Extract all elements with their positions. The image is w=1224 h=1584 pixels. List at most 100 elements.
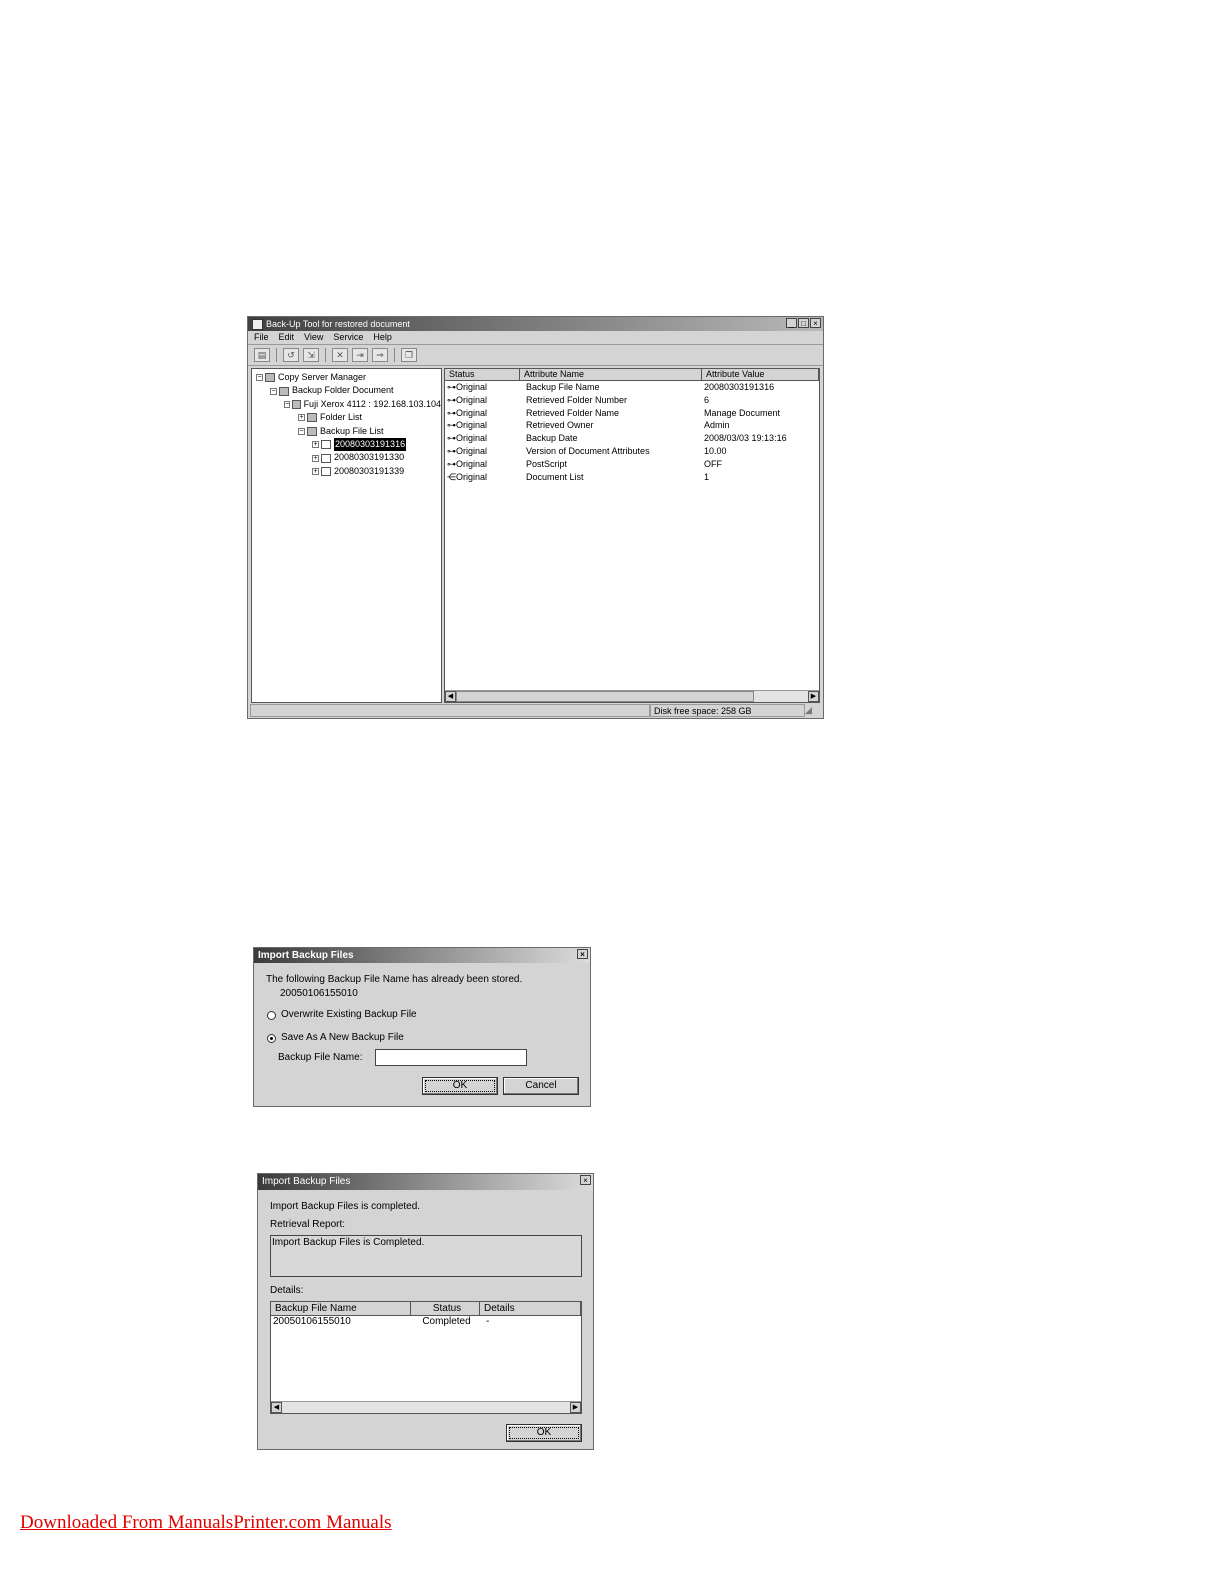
attribute-list-pane[interactable]: Status Attribute Name Attribute Value ⊶O…	[444, 368, 820, 703]
dialog-title-bar[interactable]: Import Backup Files ×	[258, 1174, 593, 1190]
resize-grip-icon[interactable]: ◢	[805, 704, 819, 717]
list-item[interactable]: ⊶Original PostScript OFF	[445, 458, 819, 471]
overwrite-label[interactable]: Overwrite Existing Backup File	[281, 1009, 417, 1020]
tree-node[interactable]: − Backup Folder Document	[252, 384, 441, 397]
save-new-radio[interactable]	[267, 1034, 276, 1043]
scroll-thumb[interactable]	[456, 691, 754, 702]
status-text: Original	[456, 471, 488, 482]
folder-list-icon	[307, 413, 317, 423]
maximize-button[interactable]: □	[798, 318, 809, 328]
dialog-title-bar[interactable]: Import Backup Files ×	[254, 948, 590, 963]
backup-file-icon	[321, 440, 331, 450]
list-header: Status Attribute Name Attribute Value	[445, 369, 819, 381]
tree-pane[interactable]: − Copy Server Manager − Backup Folder Do…	[251, 368, 442, 703]
menu-file[interactable]: File	[254, 331, 269, 344]
attribute-name: Retrieved Owner	[526, 420, 594, 431]
link-icon: ⊶	[447, 382, 456, 392]
status-text: Original	[456, 407, 488, 418]
attribute-name: Backup Date	[526, 433, 578, 444]
scroll-left-icon[interactable]: ◀	[271, 1402, 282, 1413]
tree-node-label-selected: 20080303191316	[334, 438, 407, 452]
menu-view[interactable]: View	[304, 331, 323, 344]
scroll-track[interactable]	[754, 691, 808, 702]
collapse-icon[interactable]: −	[284, 401, 291, 409]
list-item[interactable]: ⊶Original Backup Date 2008/03/03 19:13:1…	[445, 432, 819, 445]
list-item[interactable]: ⊶Original Backup File Name 2008030319131…	[445, 381, 819, 394]
attribute-value: OFF	[704, 458, 722, 469]
backup-file-name-input[interactable]	[375, 1049, 527, 1066]
column-header-status[interactable]: Status	[411, 1302, 480, 1315]
forward-icon[interactable]: ⇒	[372, 348, 388, 362]
list-item[interactable]: ⊶Original Retrieved Owner Admin	[445, 419, 819, 432]
server-icon	[265, 373, 275, 383]
horizontal-scrollbar[interactable]: ◀ ▶	[445, 690, 819, 702]
ok-button[interactable]: OK	[506, 1424, 582, 1442]
link-icon: ⊶	[447, 407, 456, 418]
title-bar[interactable]: Back-Up Tool for restored document _ □ ×	[248, 317, 823, 331]
retrieve-icon[interactable]: ↺	[283, 348, 299, 362]
retrieval-report-text: Import Backup Files is Completed.	[272, 1237, 425, 1248]
menu-bar: File Edit View Service Help	[248, 331, 823, 344]
menu-edit[interactable]: Edit	[279, 331, 295, 344]
import-icon[interactable]: ▤	[254, 348, 270, 362]
collapse-icon[interactable]: −	[298, 427, 305, 435]
list-item[interactable]: ⊶Original Retrieved Folder Number 6	[445, 394, 819, 407]
attribute-value: 1	[704, 471, 710, 482]
tree-node[interactable]: + 20080303191339	[252, 465, 441, 478]
menu-help[interactable]: Help	[373, 331, 392, 344]
scroll-right-icon[interactable]: ▶	[570, 1402, 581, 1413]
restore-icon[interactable]: ⇲	[303, 348, 319, 362]
expand-icon[interactable]: +	[312, 441, 319, 449]
collapse-icon[interactable]: −	[256, 374, 263, 382]
minimize-button[interactable]: _	[786, 318, 797, 328]
scroll-left-icon[interactable]: ◀	[445, 691, 456, 702]
attribute-name: Retrieved Folder Number	[526, 394, 628, 405]
attribute-value: 2008/03/03 19:13:16	[704, 433, 787, 444]
column-header-details[interactable]: Details	[480, 1302, 581, 1315]
status-text: Original	[456, 458, 488, 469]
list-item[interactable]: ⊶Original Retrieved Folder Name Manage D…	[445, 407, 819, 420]
tree-node[interactable]: − Backup File List	[252, 425, 441, 438]
cancel-button[interactable]: Cancel	[503, 1077, 579, 1095]
status-text: Original	[456, 382, 488, 392]
list-item[interactable]: ⋲Original Document List 1	[445, 471, 819, 484]
column-header-status[interactable]: Status	[445, 369, 520, 380]
overwrite-radio[interactable]	[267, 1011, 276, 1020]
collapse-icon[interactable]: −	[270, 387, 277, 395]
download-source-link[interactable]: Downloaded From ManualsPrinter.com Manua…	[20, 1512, 392, 1534]
toolbar-separator	[394, 348, 395, 362]
scroll-right-icon[interactable]: ▶	[808, 691, 819, 702]
tree-node-label: Copy Server Manager	[278, 372, 367, 382]
horizontal-scrollbar[interactable]: ◀ ▶	[271, 1401, 581, 1413]
details-list[interactable]: Backup File Name Status Details 20050106…	[270, 1301, 582, 1414]
export-icon[interactable]: ⇥	[352, 348, 368, 362]
tree-node[interactable]: + Folder List	[252, 411, 441, 424]
list-item[interactable]: ⊶Original Version of Document Attributes…	[445, 445, 819, 458]
copy-icon[interactable]: ❐	[401, 348, 417, 362]
expand-icon[interactable]: +	[312, 468, 319, 476]
backup-file-icon	[321, 453, 331, 463]
tree-node[interactable]: + 20080303191330	[252, 451, 441, 464]
menu-service[interactable]: Service	[333, 331, 363, 344]
close-button[interactable]: ×	[810, 318, 821, 328]
column-header-backup-file-name[interactable]: Backup File Name	[271, 1302, 411, 1315]
close-icon[interactable]: ×	[580, 1175, 591, 1185]
ok-button[interactable]: OK	[422, 1077, 498, 1095]
window-title: Back-Up Tool for restored document	[266, 319, 410, 329]
tree-node[interactable]: − Copy Server Manager	[252, 371, 441, 384]
close-icon[interactable]: ×	[577, 949, 588, 959]
attribute-value: Manage Document	[704, 407, 781, 418]
row-details: -	[486, 1316, 490, 1327]
attribute-name: Backup File Name	[526, 382, 600, 392]
column-header-attribute-name[interactable]: Attribute Name	[520, 369, 702, 380]
table-row[interactable]: 20050106155010 Completed -	[271, 1316, 581, 1329]
delete-icon[interactable]: ✕	[332, 348, 348, 362]
save-new-label[interactable]: Save As A New Backup File	[281, 1032, 404, 1043]
expand-icon[interactable]: +	[298, 414, 305, 422]
tree-node[interactable]: + 20080303191316	[252, 438, 441, 452]
attribute-value: 10.00	[704, 445, 727, 456]
tree-node[interactable]: − Fuji Xerox 4112 : 192.168.103.104	[252, 398, 441, 411]
scroll-track[interactable]	[282, 1402, 570, 1413]
column-header-attribute-value[interactable]: Attribute Value	[702, 369, 819, 380]
expand-icon[interactable]: +	[312, 454, 319, 462]
